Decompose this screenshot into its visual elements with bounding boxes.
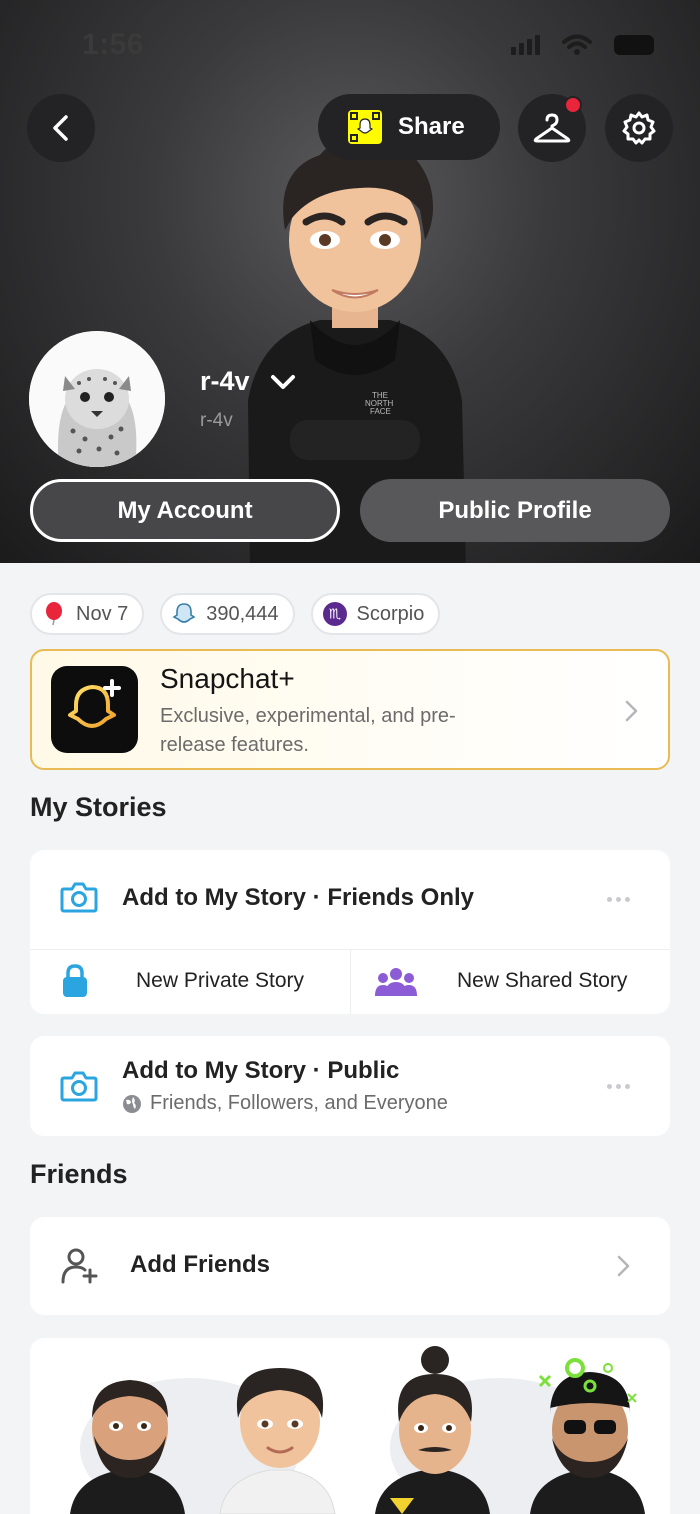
settings-button[interactable] bbox=[605, 94, 673, 162]
profile-chips: Nov 7 390,444 ♏ Scorpio bbox=[30, 593, 441, 635]
add-friends-label: Add Friends bbox=[130, 1251, 271, 1278]
chevron-down-icon bbox=[270, 374, 295, 389]
display-name[interactable]: r-4v bbox=[200, 366, 296, 397]
zodiac-chip[interactable]: ♏ Scorpio bbox=[310, 593, 441, 635]
balloon-icon bbox=[42, 602, 66, 626]
my-account-button[interactable]: My Account bbox=[30, 479, 340, 542]
status-icons bbox=[511, 34, 654, 56]
dress-up-button[interactable] bbox=[518, 94, 586, 162]
chevron-left-icon bbox=[53, 115, 68, 141]
snapscore-label: 390,444 bbox=[206, 602, 279, 625]
more-options-icon[interactable] bbox=[607, 1084, 630, 1089]
new-shared-story-label: New Shared Story bbox=[457, 969, 628, 992]
cellular-signal-icon bbox=[511, 35, 540, 55]
add-to-story-public-row[interactable]: Add to My Story · Public Friends, Follow… bbox=[30, 1036, 670, 1136]
chevron-right-icon bbox=[625, 700, 638, 722]
snapchat-plus-card[interactable]: Snapchat+ Exclusive, experimental, and p… bbox=[30, 649, 670, 770]
camera-icon bbox=[60, 882, 98, 913]
public-profile-button[interactable]: Public Profile bbox=[360, 479, 670, 542]
chevron-right-icon bbox=[617, 1255, 630, 1277]
new-private-story-label: New Private Story bbox=[136, 969, 305, 992]
lock-icon bbox=[63, 964, 87, 997]
snapcode-icon bbox=[348, 110, 382, 144]
username-handle: r-4v bbox=[200, 410, 233, 431]
display-name-text: r-4v bbox=[200, 366, 250, 396]
gear-icon bbox=[622, 111, 656, 145]
camera-icon bbox=[60, 1071, 98, 1102]
add-to-story-friends-row[interactable]: Add to My Story · Friends Only bbox=[30, 850, 670, 949]
battery-icon bbox=[614, 35, 654, 55]
friend-bitmojis bbox=[70, 1346, 645, 1514]
add-to-story-public-label: Add to My Story · Public bbox=[122, 1057, 400, 1084]
ghost-icon bbox=[172, 602, 196, 626]
birthday-chip[interactable]: Nov 7 bbox=[30, 593, 145, 635]
profile-header: 1:56 THE NORTH FACE Share r-4v r-4v My A… bbox=[0, 0, 700, 563]
wifi-icon bbox=[562, 34, 592, 55]
svg-text:FACE: FACE bbox=[370, 407, 391, 416]
public-audience-label: Friends, Followers, and Everyone bbox=[150, 1092, 448, 1114]
new-private-story-button[interactable]: New Private Story bbox=[30, 950, 350, 1014]
friend-suggestions-strip bbox=[30, 1338, 670, 1514]
snapscore-chip[interactable]: 390,444 bbox=[160, 593, 295, 635]
scorpio-icon: ♏ bbox=[322, 602, 347, 626]
zodiac-label: Scorpio bbox=[356, 602, 425, 625]
add-friend-icon bbox=[61, 1248, 98, 1284]
new-shared-story-button[interactable]: New Shared Story bbox=[351, 950, 670, 1014]
snapchat-plus-logo bbox=[51, 666, 138, 753]
snapchat-plus-title: Snapchat+ bbox=[160, 663, 295, 694]
snapchat-plus-description: Exclusive, experimental, and pre-release… bbox=[160, 705, 456, 756]
birthday-label: Nov 7 bbox=[76, 602, 129, 625]
group-icon bbox=[375, 968, 417, 996]
globe-icon bbox=[123, 1094, 141, 1113]
my-story-friends-card: Add to My Story · Friends Only New Priva… bbox=[30, 850, 670, 1014]
more-options-icon[interactable] bbox=[607, 897, 630, 902]
ghost-plus-icon bbox=[67, 678, 121, 728]
status-time: 1:56 bbox=[82, 28, 145, 61]
add-friends-row[interactable]: Add Friends bbox=[30, 1217, 670, 1315]
profile-avatar[interactable] bbox=[29, 331, 165, 467]
my-stories-heading: My Stories bbox=[30, 792, 167, 822]
public-audience: Friends, Followers, and Everyone bbox=[122, 1092, 448, 1115]
hanger-icon bbox=[533, 113, 571, 143]
back-button[interactable] bbox=[27, 94, 95, 162]
svg-text:♏: ♏ bbox=[328, 607, 340, 623]
share-label: Share bbox=[398, 113, 465, 140]
cheetah-cub-photo bbox=[29, 331, 165, 467]
share-button[interactable]: Share bbox=[318, 94, 500, 160]
notification-dot bbox=[564, 96, 582, 114]
friends-heading: Friends bbox=[30, 1159, 128, 1189]
add-to-story-friends-label: Add to My Story · Friends Only bbox=[122, 884, 475, 911]
